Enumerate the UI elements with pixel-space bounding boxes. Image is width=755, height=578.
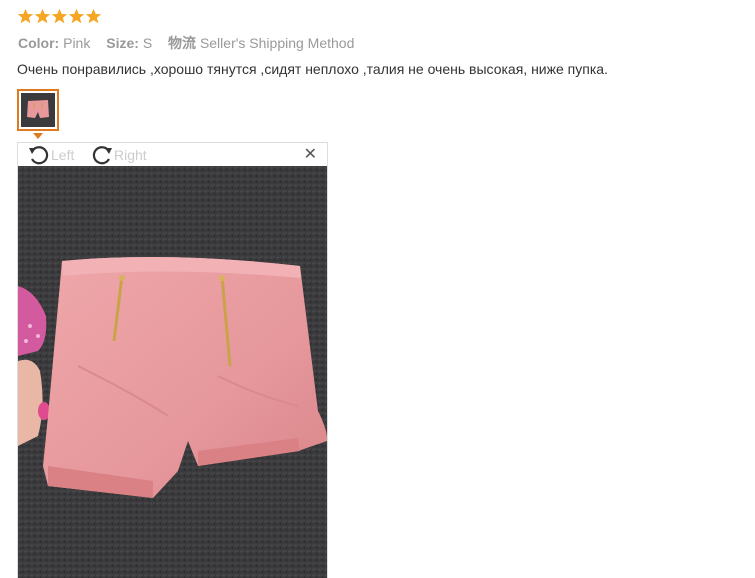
shipping-label: 物流 (168, 35, 197, 51)
close-icon[interactable]: ✕ (304, 147, 317, 163)
color-label: Color: (18, 35, 60, 51)
rotate-left-button[interactable]: Left (27, 145, 74, 165)
star-icon (51, 8, 68, 24)
rotate-right-button[interactable]: Right (90, 145, 147, 165)
thumbnail-selected-caret (33, 133, 43, 139)
size-value: S (142, 35, 153, 51)
shipping-value: Seller's Shipping Method (199, 35, 355, 51)
rotate-right-icon (92, 146, 112, 165)
rotate-left-icon (29, 146, 49, 165)
star-icon (85, 8, 102, 24)
thumbnail-image (21, 93, 55, 127)
color-attribute: Color: Pink (18, 35, 102, 51)
review-item: Color: Pink Size: S 物流 Seller's Shipping… (0, 0, 755, 578)
viewer-toolbar: Left Right ✕ (18, 143, 327, 166)
star-icon (68, 8, 85, 24)
review-photo-thumbnail[interactable] (17, 89, 59, 131)
photo-viewer: Left Right ✕ (17, 142, 328, 578)
rotate-left-label: Left (51, 147, 75, 163)
size-label: Size: (106, 35, 139, 51)
star-icon (34, 8, 51, 24)
color-value: Pink (63, 35, 91, 51)
rotate-right-label: Right (114, 147, 147, 163)
order-attributes: Color: Pink Size: S 物流 Seller's Shipping… (18, 33, 366, 53)
review-photo (18, 166, 327, 578)
size-attribute: Size: S (106, 35, 164, 51)
star-icon (17, 8, 34, 24)
star-rating (17, 8, 102, 25)
review-comment: Очень понравились ,хорошо тянутся ,сидят… (17, 61, 608, 77)
shipping-attribute: 物流 Seller's Shipping Method (168, 33, 366, 53)
